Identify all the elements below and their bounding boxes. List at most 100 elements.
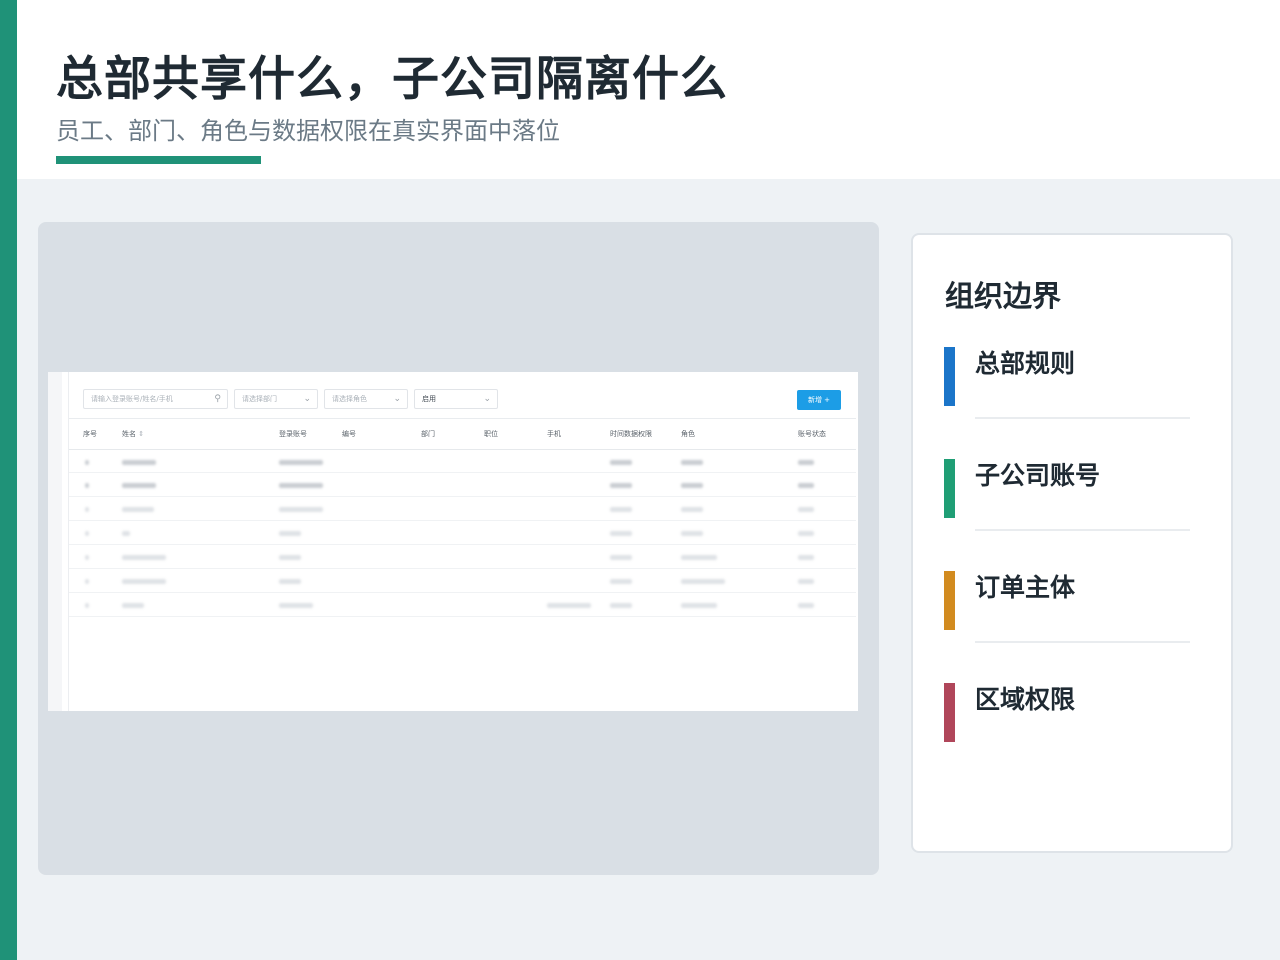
- redacted-cell: [681, 555, 717, 560]
- col-header-code: 编号: [342, 430, 356, 438]
- redacted-cell: [610, 603, 632, 608]
- row-index: [85, 531, 89, 536]
- item-label: 订单主体: [975, 573, 1076, 602]
- item-color-bar: [944, 459, 955, 518]
- redacted-cell: [279, 460, 323, 465]
- boundary-item-order-entity: 订单主体: [913, 571, 1231, 643]
- slide-header: 总部共享什么，子公司隔离什么 员工、部门、角色与数据权限在真实界面中落位: [17, 0, 1280, 179]
- item-label: 区域权限: [975, 685, 1076, 714]
- table-row[interactable]: [69, 545, 856, 569]
- item-divider: [975, 641, 1190, 643]
- redacted-cell: [610, 483, 632, 488]
- col-header-index: 序号: [83, 430, 97, 438]
- department-select[interactable]: 请选择部门 ⌄: [234, 389, 318, 409]
- table-row[interactable]: [69, 569, 856, 593]
- redacted-cell: [122, 555, 166, 560]
- item-divider: [975, 529, 1190, 531]
- col-header-phone: 手机: [547, 430, 561, 438]
- item-color-bar: [944, 683, 955, 742]
- redacted-cell: [798, 579, 814, 584]
- screenshot-content: 请输入登录账号/姓名/手机 ⚲ 请选择部门 ⌄ 请选择角色 ⌄ 启用 ⌄ 新增 …: [68, 372, 856, 711]
- redacted-cell: [122, 507, 154, 512]
- table-row[interactable]: [69, 521, 856, 545]
- redacted-cell: [798, 507, 814, 512]
- search-placeholder: 请输入登录账号/姓名/手机: [91, 395, 173, 403]
- redacted-cell: [798, 603, 814, 608]
- table-row[interactable]: [69, 449, 856, 473]
- boundary-item-regional-permission: 区域权限: [913, 683, 1231, 753]
- redacted-cell: [681, 483, 703, 488]
- page-subtitle: 员工、部门、角色与数据权限在真实界面中落位: [56, 117, 560, 145]
- redacted-cell: [122, 603, 144, 608]
- table-header: 序号 姓名 ⇕ 登录账号 编号 部门 职位 手机 时间数据权限 角色 账号状态: [69, 420, 856, 450]
- redacted-cell: [122, 460, 156, 465]
- col-header-login: 登录账号: [279, 430, 307, 438]
- status-value: 启用: [422, 395, 436, 403]
- screenshot-stage: 请输入登录账号/姓名/手机 ⚲ 请选择部门 ⌄ 请选择角色 ⌄ 启用 ⌄ 新增 …: [38, 222, 879, 875]
- redacted-cell: [798, 483, 814, 488]
- redacted-cell: [610, 531, 632, 536]
- row-index: [85, 507, 89, 512]
- chevron-down-icon: ⌄: [303, 394, 311, 404]
- redacted-cell: [547, 603, 591, 608]
- search-icon: ⚲: [214, 394, 221, 404]
- redacted-cell: [279, 483, 323, 488]
- redacted-cell: [681, 579, 725, 584]
- filter-divider: [69, 418, 856, 419]
- redacted-cell: [610, 507, 632, 512]
- search-input[interactable]: 请输入登录账号/姓名/手机 ⚲: [83, 389, 228, 409]
- row-index: [85, 460, 89, 465]
- col-header-position: 职位: [484, 430, 498, 438]
- redacted-cell: [279, 531, 301, 536]
- item-color-bar: [944, 571, 955, 630]
- status-select[interactable]: 启用 ⌄: [414, 389, 498, 409]
- col-header-department: 部门: [421, 430, 435, 438]
- table-row[interactable]: [69, 473, 856, 497]
- redacted-cell: [122, 579, 166, 584]
- redacted-cell: [798, 460, 814, 465]
- sort-icon: ⇕: [138, 430, 145, 438]
- chevron-down-icon: ⌄: [483, 394, 491, 404]
- boundary-item-subsidiary-accounts: 子公司账号: [913, 459, 1231, 531]
- redacted-cell: [610, 579, 632, 584]
- role-placeholder: 请选择角色: [332, 395, 367, 403]
- boundary-item-hq-rules: 总部规则: [913, 347, 1231, 419]
- row-index: [85, 579, 89, 584]
- redacted-cell: [122, 531, 130, 536]
- redacted-cell: [279, 507, 323, 512]
- row-index: [85, 555, 89, 560]
- redacted-cell: [681, 507, 703, 512]
- page-title: 总部共享什么，子公司隔离什么: [56, 52, 728, 107]
- row-index: [85, 483, 89, 488]
- redacted-cell: [122, 483, 156, 488]
- panel-title: 组织边界: [945, 279, 1062, 313]
- table-row[interactable]: [69, 593, 856, 617]
- slide-accent-bar: [0, 0, 17, 960]
- redacted-cell: [279, 603, 313, 608]
- redacted-cell: [798, 555, 814, 560]
- table-row[interactable]: [69, 497, 856, 521]
- redacted-cell: [681, 603, 717, 608]
- item-divider: [975, 417, 1190, 419]
- item-color-bar: [944, 347, 955, 406]
- col-header-name[interactable]: 姓名 ⇕: [122, 420, 144, 448]
- embedded-screenshot: 请输入登录账号/姓名/手机 ⚲ 请选择部门 ⌄ 请选择角色 ⌄ 启用 ⌄ 新增 …: [48, 372, 858, 711]
- role-select[interactable]: 请选择角色 ⌄: [324, 389, 408, 409]
- item-label: 子公司账号: [975, 461, 1101, 490]
- item-label: 总部规则: [975, 349, 1076, 378]
- redacted-cell: [610, 555, 632, 560]
- redacted-cell: [681, 460, 703, 465]
- org-boundary-panel: 组织边界 总部规则 子公司账号 订单主体 区域权限: [911, 233, 1233, 853]
- redacted-cell: [610, 460, 632, 465]
- redacted-cell: [798, 531, 814, 536]
- row-index: [85, 603, 89, 608]
- col-header-role: 角色: [681, 430, 695, 438]
- add-button[interactable]: 新增 +: [797, 390, 841, 410]
- redacted-cell: [681, 531, 703, 536]
- redacted-cell: [279, 579, 301, 584]
- department-placeholder: 请选择部门: [242, 395, 277, 403]
- col-header-status: 账号状态: [798, 430, 826, 438]
- col-header-name-label: 姓名: [122, 430, 136, 438]
- screenshot-sidebar-strip: [48, 372, 62, 711]
- redacted-cell: [279, 555, 301, 560]
